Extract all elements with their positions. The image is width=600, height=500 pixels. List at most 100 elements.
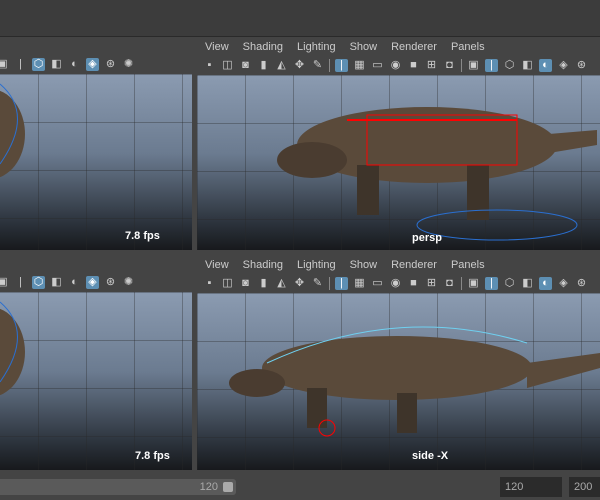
- pivot-icon[interactable]: ✥: [293, 59, 306, 72]
- gate-mask-icon[interactable]: ◉: [389, 277, 402, 290]
- viewport-panel-top-left: ▣ | ⬡ ◧ ◐ ◈ ⊛ ✺ 7.8 fps: [0, 37, 192, 250]
- max-time-field[interactable]: 200: [569, 477, 600, 497]
- field-chart-icon[interactable]: ■: [407, 277, 420, 290]
- camera-lock-icon[interactable]: ◫: [221, 59, 234, 72]
- panel-toolbar: ▪ ◫ ◙ ▮ ◭ ✥ ✎ | ▦ ▭ ◉ ■ ⊞ ◘ ▣ | ⬡ ◧ ◐ ◈ ⊛: [197, 274, 600, 293]
- toolbar-separator: [461, 277, 462, 290]
- pivot-icon[interactable]: ✥: [293, 277, 306, 290]
- safe-title-icon[interactable]: ◘: [443, 277, 456, 290]
- safe-action-icon[interactable]: ⊞: [425, 277, 438, 290]
- viewport-canvas[interactable]: 7.8 fps: [0, 292, 192, 470]
- textured-icon[interactable]: ◐: [539, 277, 552, 290]
- xray-icon[interactable]: ◧: [521, 277, 534, 290]
- viewport-canvas[interactable]: side -X: [197, 293, 600, 470]
- film-gate-icon[interactable]: ▦: [353, 59, 366, 72]
- bookmark-icon[interactable]: ▮: [257, 59, 270, 72]
- viewport-canvas[interactable]: 7.8 fps: [0, 74, 192, 250]
- smooth-shade-icon[interactable]: |: [485, 59, 498, 72]
- shadow-icon[interactable]: ✺: [122, 58, 135, 71]
- menu-shading[interactable]: Shading: [243, 41, 283, 53]
- menu-panels[interactable]: Panels: [451, 259, 485, 271]
- menu-renderer[interactable]: Renderer: [391, 259, 437, 271]
- toolbar-separator: [329, 277, 330, 290]
- resolution-gate-icon[interactable]: ▭: [371, 277, 384, 290]
- default-light-icon[interactable]: ⬡: [503, 59, 516, 72]
- range-end-value: 120: [199, 481, 218, 493]
- menu-show[interactable]: Show: [350, 41, 378, 53]
- viewport-panel-top-right: View Shading Lighting Show Renderer Panels ▪ ◫ ◙…: [197, 37, 600, 250]
- panel-menu-bar: View Shading Lighting Show Renderer Panels: [197, 37, 600, 56]
- bookmark-icon[interactable]: ▮: [257, 277, 270, 290]
- dinosaur-model[interactable]: [197, 293, 600, 470]
- wireframe-icon[interactable]: ▣: [467, 59, 480, 72]
- smooth-shade-icon[interactable]: ⬡: [32, 276, 45, 289]
- wireframe-icon[interactable]: ▣: [467, 277, 480, 290]
- camera-attributes-icon[interactable]: ◙: [239, 277, 252, 290]
- image-plane-icon[interactable]: ◭: [275, 59, 288, 72]
- wireframe-icon[interactable]: |: [14, 276, 27, 289]
- lights-icon[interactable]: ◈: [557, 277, 570, 290]
- viewport-label: 7.8 fps: [135, 450, 170, 462]
- textured-icon[interactable]: ◈: [86, 276, 99, 289]
- shadow-icon[interactable]: ⊛: [575, 59, 588, 72]
- pencil-icon[interactable]: ✎: [311, 59, 324, 72]
- menu-renderer[interactable]: Renderer: [391, 41, 437, 53]
- dinosaur-model-partial[interactable]: [0, 74, 192, 250]
- field-chart-icon[interactable]: ■: [407, 59, 420, 72]
- smooth-shade-icon[interactable]: ⬡: [32, 58, 45, 71]
- panel-toolbar: ▣ | ⬡ ◧ ◐ ◈ ⊛ ✺: [0, 55, 192, 74]
- panel-toolbar: ▪ ◫ ◙ ▮ ◭ ✥ ✎ | ▦ ▭ ◉ ■ ⊞ ◘ ▣ | ⬡ ◧ ◐ ◈ ⊛: [197, 56, 600, 75]
- safe-title-icon[interactable]: ▣: [0, 276, 9, 289]
- range-slider-handle[interactable]: [223, 482, 233, 492]
- default-light-icon[interactable]: ◧: [50, 58, 63, 71]
- end-time-field[interactable]: 120: [500, 477, 562, 497]
- shadow-icon[interactable]: ✺: [122, 276, 135, 289]
- grid-icon[interactable]: |: [335, 277, 348, 290]
- viewport-canvas[interactable]: persp: [197, 75, 600, 250]
- menu-show[interactable]: Show: [350, 259, 378, 271]
- menu-panels[interactable]: Panels: [451, 41, 485, 53]
- smooth-shade-icon[interactable]: |: [485, 277, 498, 290]
- default-light-icon[interactable]: ◧: [50, 276, 63, 289]
- camera-icon[interactable]: ▪: [203, 277, 216, 290]
- viewport-panel-bottom-left: ▣ | ⬡ ◧ ◐ ◈ ⊛ ✺ 7.8 fps: [0, 255, 192, 470]
- camera-icon[interactable]: ▪: [203, 59, 216, 72]
- safe-title-icon[interactable]: ▣: [0, 58, 9, 71]
- menu-shading[interactable]: Shading: [243, 259, 283, 271]
- resolution-gate-icon[interactable]: ▭: [371, 59, 384, 72]
- shadow-icon[interactable]: ⊛: [575, 277, 588, 290]
- dinosaur-model-partial[interactable]: [0, 292, 192, 470]
- lights-icon[interactable]: ◈: [557, 59, 570, 72]
- camera-attributes-icon[interactable]: ◙: [239, 59, 252, 72]
- safe-title-icon[interactable]: ◘: [443, 59, 456, 72]
- image-plane-icon[interactable]: ◭: [275, 277, 288, 290]
- viewport-label: persp: [412, 232, 442, 244]
- xray-icon[interactable]: ◐: [68, 58, 81, 71]
- safe-action-icon[interactable]: ⊞: [425, 59, 438, 72]
- menu-view[interactable]: View: [205, 259, 229, 271]
- wireframe-icon[interactable]: |: [14, 58, 27, 71]
- xray-icon[interactable]: ◐: [68, 276, 81, 289]
- lights-icon[interactable]: ⊛: [104, 276, 117, 289]
- textured-icon[interactable]: ◐: [539, 59, 552, 72]
- pencil-icon[interactable]: ✎: [311, 277, 324, 290]
- film-gate-icon[interactable]: ▦: [353, 277, 366, 290]
- gate-mask-icon[interactable]: ◉: [389, 59, 402, 72]
- range-slider[interactable]: 120: [0, 479, 236, 495]
- menu-lighting[interactable]: Lighting: [297, 41, 336, 53]
- camera-lock-icon[interactable]: ◫: [221, 277, 234, 290]
- dinosaur-model[interactable]: [197, 75, 600, 250]
- lights-icon[interactable]: ⊛: [104, 58, 117, 71]
- top-strip: [0, 0, 600, 37]
- default-light-icon[interactable]: ⬡: [503, 277, 516, 290]
- toolbar-separator: [461, 59, 462, 72]
- viewport-panel-bottom-right: View Shading Lighting Show Renderer Panels ▪ ◫ ◙…: [197, 255, 600, 470]
- viewport-label: 7.8 fps: [125, 230, 160, 242]
- menu-view[interactable]: View: [205, 41, 229, 53]
- textured-icon[interactable]: ◈: [86, 58, 99, 71]
- grid-icon[interactable]: |: [335, 59, 348, 72]
- panel-toolbar: ▣ | ⬡ ◧ ◐ ◈ ⊛ ✺: [0, 273, 192, 292]
- panel-menu-bar: View Shading Lighting Show Renderer Panels: [197, 255, 600, 274]
- menu-lighting[interactable]: Lighting: [297, 259, 336, 271]
- xray-icon[interactable]: ◧: [521, 59, 534, 72]
